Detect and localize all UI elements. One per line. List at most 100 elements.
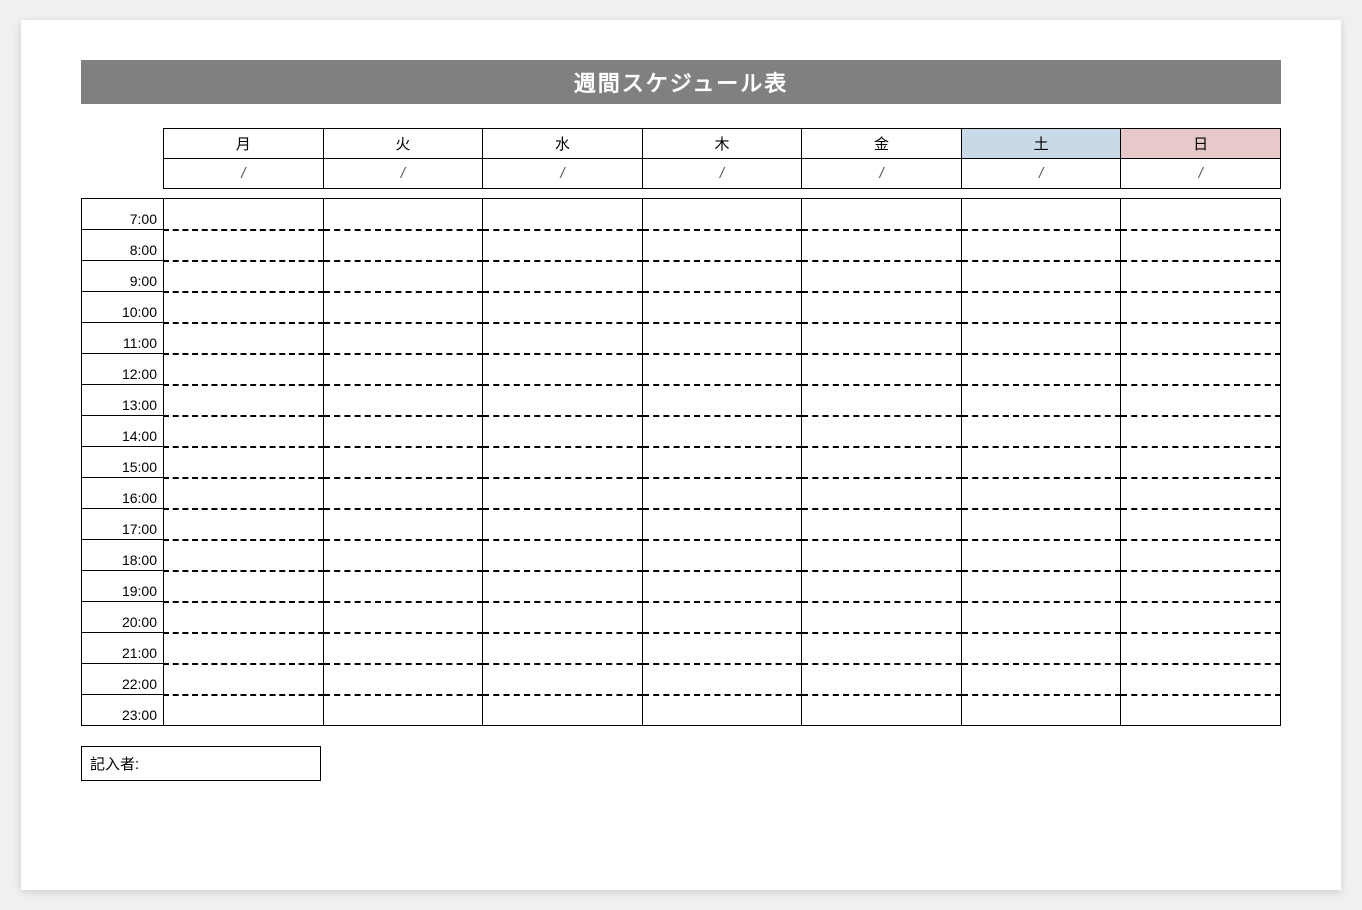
schedule-slot[interactable]: [323, 478, 483, 509]
schedule-slot[interactable]: [642, 323, 802, 354]
schedule-slot[interactable]: [1121, 323, 1281, 354]
schedule-slot[interactable]: [483, 416, 643, 447]
schedule-slot[interactable]: [323, 354, 483, 385]
schedule-slot[interactable]: [483, 292, 643, 323]
schedule-slot[interactable]: [802, 664, 962, 695]
schedule-slot[interactable]: [961, 416, 1121, 447]
schedule-slot[interactable]: [483, 664, 643, 695]
schedule-slot[interactable]: [642, 292, 802, 323]
schedule-slot[interactable]: [164, 354, 324, 385]
schedule-slot[interactable]: [642, 199, 802, 230]
author-box[interactable]: 記入者:: [81, 746, 321, 781]
schedule-slot[interactable]: [1121, 602, 1281, 633]
schedule-slot[interactable]: [164, 664, 324, 695]
date-wed[interactable]: /: [483, 159, 643, 189]
schedule-slot[interactable]: [164, 695, 324, 726]
schedule-slot[interactable]: [802, 261, 962, 292]
schedule-slot[interactable]: [802, 447, 962, 478]
schedule-slot[interactable]: [323, 385, 483, 416]
schedule-slot[interactable]: [802, 354, 962, 385]
schedule-slot[interactable]: [323, 447, 483, 478]
schedule-slot[interactable]: [323, 261, 483, 292]
schedule-slot[interactable]: [164, 199, 324, 230]
schedule-slot[interactable]: [164, 633, 324, 664]
schedule-slot[interactable]: [483, 447, 643, 478]
schedule-slot[interactable]: [323, 509, 483, 540]
schedule-slot[interactable]: [323, 323, 483, 354]
schedule-slot[interactable]: [802, 199, 962, 230]
schedule-slot[interactable]: [164, 323, 324, 354]
schedule-slot[interactable]: [642, 633, 802, 664]
schedule-slot[interactable]: [802, 602, 962, 633]
schedule-slot[interactable]: [961, 695, 1121, 726]
schedule-slot[interactable]: [961, 509, 1121, 540]
schedule-slot[interactable]: [961, 261, 1121, 292]
schedule-slot[interactable]: [802, 292, 962, 323]
schedule-slot[interactable]: [802, 633, 962, 664]
schedule-slot[interactable]: [802, 509, 962, 540]
schedule-slot[interactable]: [802, 571, 962, 602]
schedule-slot[interactable]: [961, 230, 1121, 261]
date-sat[interactable]: /: [961, 159, 1121, 189]
schedule-slot[interactable]: [323, 695, 483, 726]
schedule-slot[interactable]: [961, 199, 1121, 230]
schedule-slot[interactable]: [961, 478, 1121, 509]
schedule-slot[interactable]: [1121, 540, 1281, 571]
schedule-slot[interactable]: [164, 230, 324, 261]
schedule-slot[interactable]: [961, 664, 1121, 695]
schedule-slot[interactable]: [802, 478, 962, 509]
schedule-slot[interactable]: [642, 571, 802, 602]
schedule-slot[interactable]: [483, 230, 643, 261]
schedule-slot[interactable]: [164, 292, 324, 323]
schedule-slot[interactable]: [1121, 292, 1281, 323]
schedule-slot[interactable]: [164, 416, 324, 447]
schedule-slot[interactable]: [164, 447, 324, 478]
schedule-slot[interactable]: [642, 695, 802, 726]
schedule-slot[interactable]: [323, 416, 483, 447]
schedule-slot[interactable]: [483, 385, 643, 416]
schedule-slot[interactable]: [323, 292, 483, 323]
schedule-slot[interactable]: [323, 199, 483, 230]
schedule-slot[interactable]: [164, 385, 324, 416]
schedule-slot[interactable]: [483, 261, 643, 292]
schedule-slot[interactable]: [642, 261, 802, 292]
schedule-slot[interactable]: [961, 385, 1121, 416]
schedule-slot[interactable]: [323, 602, 483, 633]
schedule-slot[interactable]: [1121, 385, 1281, 416]
schedule-slot[interactable]: [802, 695, 962, 726]
schedule-slot[interactable]: [642, 447, 802, 478]
schedule-slot[interactable]: [1121, 509, 1281, 540]
schedule-slot[interactable]: [961, 354, 1121, 385]
schedule-slot[interactable]: [802, 416, 962, 447]
schedule-slot[interactable]: [1121, 633, 1281, 664]
schedule-slot[interactable]: [164, 261, 324, 292]
schedule-slot[interactable]: [642, 540, 802, 571]
schedule-slot[interactable]: [1121, 199, 1281, 230]
date-thu[interactable]: /: [642, 159, 802, 189]
schedule-slot[interactable]: [961, 602, 1121, 633]
schedule-slot[interactable]: [483, 199, 643, 230]
schedule-slot[interactable]: [1121, 695, 1281, 726]
schedule-slot[interactable]: [483, 323, 643, 354]
schedule-slot[interactable]: [642, 664, 802, 695]
schedule-slot[interactable]: [1121, 664, 1281, 695]
schedule-slot[interactable]: [1121, 230, 1281, 261]
schedule-slot[interactable]: [802, 385, 962, 416]
schedule-slot[interactable]: [164, 571, 324, 602]
schedule-slot[interactable]: [961, 447, 1121, 478]
schedule-slot[interactable]: [1121, 354, 1281, 385]
schedule-slot[interactable]: [642, 385, 802, 416]
schedule-slot[interactable]: [802, 323, 962, 354]
schedule-slot[interactable]: [164, 509, 324, 540]
schedule-slot[interactable]: [642, 230, 802, 261]
schedule-slot[interactable]: [483, 633, 643, 664]
date-fri[interactable]: /: [802, 159, 962, 189]
schedule-slot[interactable]: [802, 230, 962, 261]
schedule-slot[interactable]: [1121, 478, 1281, 509]
schedule-slot[interactable]: [642, 509, 802, 540]
schedule-slot[interactable]: [483, 478, 643, 509]
schedule-slot[interactable]: [483, 571, 643, 602]
schedule-slot[interactable]: [483, 602, 643, 633]
schedule-slot[interactable]: [642, 478, 802, 509]
schedule-slot[interactable]: [323, 540, 483, 571]
